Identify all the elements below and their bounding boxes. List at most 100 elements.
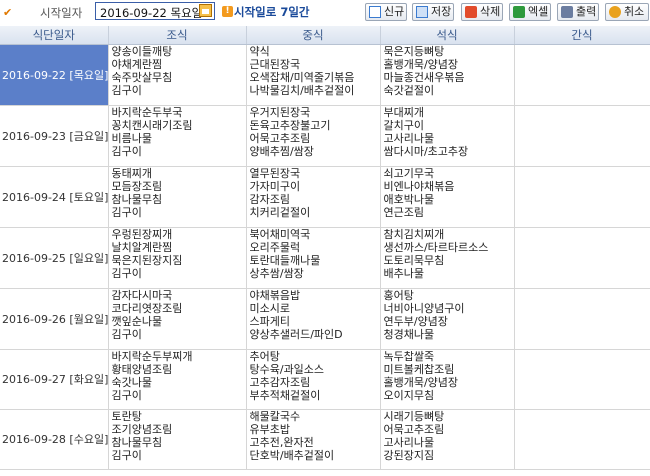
menu-item: 부추적채겉절이: [249, 389, 321, 402]
menu-item: 비엔나야채볶음: [383, 180, 455, 193]
start-date-value: 2016-09-22 목요일: [100, 6, 203, 20]
cell-snack[interactable]: [514, 166, 650, 228]
table-row[interactable]: 2016-09-28 [수요일] 토란탕 조기양념조림 참나물무침 김구이 해물칼국수 유부…: [0, 409, 650, 470]
excel-icon: [513, 6, 525, 18]
menu-item: 김구이: [111, 389, 142, 402]
menu-item: 코다리엿장조림: [111, 302, 183, 315]
menu-item: 김구이: [111, 328, 142, 341]
menu-item: 숙주맛살무침: [111, 71, 173, 84]
menu-item: 어묵고추조림: [383, 423, 445, 436]
save-button[interactable]: 저장: [412, 3, 454, 21]
cell-lunch[interactable]: 우거지된장국 돈육고추장불고기 어묵고추조림 양배추찜/쌈장: [246, 105, 381, 167]
menu-item: 시래기등뼈탕: [383, 410, 445, 423]
cell-snack[interactable]: [514, 44, 650, 106]
menu-item: 강된장지짐: [383, 449, 435, 462]
header-date[interactable]: 식단일자: [0, 26, 109, 45]
print-button[interactable]: 출력: [557, 3, 599, 21]
start-date-input[interactable]: 2016-09-22 목요일: [95, 2, 215, 20]
cell-snack[interactable]: [514, 227, 650, 289]
header-dinner[interactable]: 석식: [380, 26, 515, 45]
cell-lunch[interactable]: 열무된장국 가자미구이 감자조림 치커리겉절이: [246, 166, 381, 228]
cell-dinner[interactable]: 묵은지등뼈탕 홀뱅개묵/양념장 마늘종건새우볶음 숙갓겉절이: [380, 44, 515, 106]
menu-item: 근대된장국: [249, 58, 301, 71]
table-row[interactable]: 2016-09-26 [월요일] 감자다시마국 코다리엿장조림 깻잎순나물 김구이 야채볶…: [0, 288, 650, 350]
cell-snack[interactable]: [514, 288, 650, 350]
cell-breakfast[interactable]: 바지락순두부찌개 황태양념조림 숙갓나물 김구이: [108, 349, 247, 410]
start-date-label: 시작일자: [40, 6, 83, 20]
menu-item: 미트볼케찹조림: [383, 363, 455, 376]
checkmark-icon: ✔: [3, 6, 13, 19]
cell-dinner[interactable]: 홍어탕 너비아니양념구이 연두부/양념장 청경채나물: [380, 288, 515, 350]
menu-item: 나박물김치/배추겉절이: [249, 84, 355, 97]
row-date[interactable]: 2016-09-26 [월요일]: [0, 288, 109, 350]
cell-lunch[interactable]: 야채볶음밥 미소시로 스파게티 양상추샐러드/파인D: [246, 288, 381, 350]
calendar-icon[interactable]: [199, 4, 212, 17]
cell-dinner[interactable]: 부대찌개 갈치구이 고사리나물 쌈다시마/초고추장: [380, 105, 515, 167]
menu-item: 너비아니양념구이: [383, 302, 465, 315]
header-snack[interactable]: 간식: [514, 26, 650, 45]
menu-item: 김구이: [111, 449, 142, 462]
menu-item: 약식: [249, 45, 270, 58]
table-row[interactable]: 2016-09-27 [화요일] 바지락순두부찌개 황태양념조림 숙갓나물 김구이 추어탕…: [0, 349, 650, 410]
menu-item: 동태찌개: [111, 167, 152, 180]
cell-breakfast[interactable]: 바지락순두부국 꽁치캔시래기조림 비름나물 김구이: [108, 105, 247, 167]
menu-item: 홍어탕: [383, 289, 414, 302]
cell-lunch[interactable]: 약식 근대된장국 오색잡채/미역줄기볶음 나박물김치/배추겉절이: [246, 44, 381, 106]
table-row[interactable]: 2016-09-25 [일요일] 우렁된장찌개 날치알계란찜 묵은지된장지짐 김구이 북어…: [0, 227, 650, 289]
menu-item: 단호박/배추겉절이: [249, 449, 335, 462]
cell-lunch[interactable]: 북어채미역국 오리주물럭 토란대들깨나물 상추쌈/쌈장: [246, 227, 381, 289]
cell-breakfast[interactable]: 우렁된장찌개 날치알계란찜 묵은지된장지짐 김구이: [108, 227, 247, 289]
range-hint: 시작일로 7일간: [234, 5, 310, 19]
row-date[interactable]: 2016-09-23 [금요일]: [0, 105, 109, 167]
print-icon: [561, 6, 573, 18]
cell-breakfast[interactable]: 토란탕 조기양념조림 참나물무침 김구이: [108, 409, 247, 470]
header-lunch[interactable]: 중식: [246, 26, 381, 45]
menu-item: 야채계란찜: [111, 58, 163, 71]
menu-item: 양상추샐러드/파인D: [249, 328, 343, 341]
cell-dinner[interactable]: 참치김치찌개 생선까스/타르타르소스 도토리묵무침 배추나물: [380, 227, 515, 289]
row-date[interactable]: 2016-09-25 [일요일]: [0, 227, 109, 289]
cell-dinner[interactable]: 녹두찹쌀죽 미트볼케찹조림 홀뱅개묵/양념장 오이지무침: [380, 349, 515, 410]
menu-item: 오리주물럭: [249, 241, 301, 254]
menu-item: 토란탕: [111, 410, 142, 423]
cell-breakfast[interactable]: 감자다시마국 코다리엿장조림 깻잎순나물 김구이: [108, 288, 247, 350]
cell-snack[interactable]: [514, 409, 650, 470]
cell-breakfast[interactable]: 양송이들깨탕 야채계란찜 숙주맛살무침 김구이: [108, 44, 247, 106]
table-row[interactable]: 2016-09-23 [금요일] 바지락순두부국 꽁치캔시래기조림 비름나물 김구이 우거…: [0, 105, 650, 167]
menu-item: 우렁된장찌개: [111, 228, 173, 241]
new-button[interactable]: 신규: [365, 3, 407, 21]
cell-snack[interactable]: [514, 349, 650, 410]
menu-item: 치커리겉절이: [249, 206, 311, 219]
cell-snack[interactable]: [514, 105, 650, 167]
cell-breakfast[interactable]: 동태찌개 모듬장조림 참나물무침 김구이: [108, 166, 247, 228]
cell-dinner[interactable]: 시래기등뼈탕 어묵고추조림 고사리나물 강된장지짐: [380, 409, 515, 470]
menu-item: 애호박나물: [383, 193, 435, 206]
toolbar: ✔ 시작일자 2016-09-22 목요일 ! 시작일로 7일간 신규 저장 삭…: [0, 0, 650, 26]
delete-button[interactable]: 삭제: [461, 3, 503, 21]
cell-dinner[interactable]: 쇠고기무국 비엔나야채볶음 애호박나물 연근조림: [380, 166, 515, 228]
row-date[interactable]: 2016-09-28 [수요일]: [0, 409, 109, 470]
menu-item: 묵은지등뼈탕: [383, 45, 445, 58]
table-row[interactable]: 2016-09-24 [토요일] 동태찌개 모듬장조림 참나물무침 김구이 열무된장국 가자…: [0, 166, 650, 228]
table-row[interactable]: 2016-09-22 [목요일] 양송이들깨탕 야채계란찜 숙주맛살무침 김구이 약식 근대…: [0, 44, 650, 106]
row-date[interactable]: 2016-09-24 [토요일]: [0, 166, 109, 228]
menu-item: 탕수육/과일소스: [249, 363, 325, 376]
menu-item: 참나물무침: [111, 193, 163, 206]
cancel-button[interactable]: 취소: [605, 3, 649, 21]
menu-item: 고사리나물: [383, 132, 435, 145]
menu-item: 김구이: [111, 267, 142, 280]
cell-lunch[interactable]: 해물칼국수 유부초밥 고추전,완자전 단호박/배추겉절이: [246, 409, 381, 470]
row-date[interactable]: 2016-09-27 [화요일]: [0, 349, 109, 410]
menu-item: 황태양념조림: [111, 363, 173, 376]
row-date[interactable]: 2016-09-22 [목요일]: [0, 44, 109, 106]
meal-table: 식단일자 조식 중식 석식 간식 2016-09-22 [목요일] 양송이들깨탕 야…: [0, 26, 650, 470]
excel-button[interactable]: 엑셀: [509, 3, 551, 21]
header-breakfast[interactable]: 조식: [108, 26, 247, 45]
menu-item: 배추나물: [383, 267, 424, 280]
menu-item: 추어탕: [249, 350, 280, 363]
menu-item: 우거지된장국: [249, 106, 311, 119]
cell-lunch[interactable]: 추어탕 탕수육/과일소스 고추감자조림 부추적채겉절이: [246, 349, 381, 410]
info-icon: !: [222, 6, 233, 17]
menu-item: 묵은지된장지짐: [111, 254, 183, 267]
menu-item: 어묵고추조림: [249, 132, 311, 145]
